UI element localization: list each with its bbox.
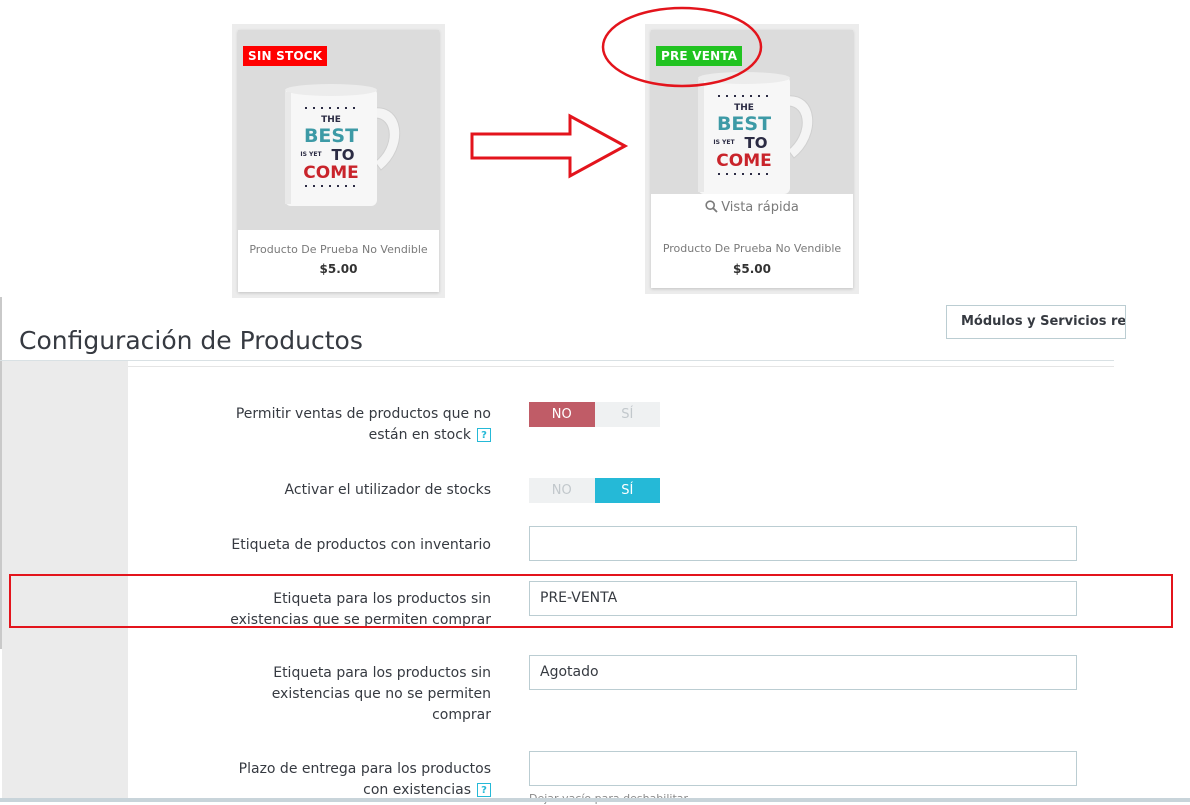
switch-option-no[interactable]: NO [529,478,595,503]
mug-text-the: THE [734,103,754,113]
mug-text-best: BEST [303,125,357,147]
quick-view-link[interactable]: Vista rápida [651,200,853,215]
product-name[interactable]: Producto De Prueba No Vendible [651,242,853,255]
modules-services-button[interactable]: Módulos y Servicios rec [946,305,1126,339]
right-arrow-annotation [470,113,629,179]
mug-text-to: TO [745,134,768,152]
highlight-annotation [9,574,1173,628]
product-miniature[interactable]: THE BEST IS YET TO COME SIN STOCK Produc… [238,30,439,292]
search-icon [705,200,718,213]
oos-denied-label-input[interactable]: Agotado [529,655,1077,690]
mug-text-is-yet: IS YET [713,139,735,146]
mug-text-to: TO [331,146,354,164]
header-divider [0,360,1114,361]
switch-option-si[interactable]: SÍ [594,478,660,503]
mug-text-come: COME [716,151,771,171]
delivery-time-label: Plazo de entrega para los productos con … [238,761,491,798]
mug-text-is-yet: IS YET [300,151,322,158]
product-name[interactable]: Producto De Prueba No Vendible [238,243,439,256]
quick-view-label: Vista rápida [721,200,799,215]
product-price: $5.00 [319,262,358,276]
help-icon[interactable]: ? [477,428,491,442]
allow-oos-sales-label: Permitir ventas de productos que no está… [235,406,491,443]
mug-image: THE BEST IS YET TO COME [284,84,400,206]
stock-manager-label: Activar el utilizador de stocks [284,482,491,498]
product-image[interactable]: THE BEST IS YET TO COME SIN STOCK [238,30,439,230]
allow-oos-sales-switch[interactable]: NO SÍ [529,402,660,427]
delivery-time-input[interactable] [529,751,1077,786]
in-stock-label-label: Etiqueta de productos con inventario [231,537,491,553]
form-top-divider [128,366,1114,367]
switch-option-no[interactable]: NO [529,402,595,427]
sin-stock-badge: SIN STOCK [243,46,328,66]
bottom-border [0,798,1190,802]
help-icon[interactable]: ? [477,783,491,797]
mug-text-best: BEST [717,113,771,135]
mug-text-the: THE [321,115,341,125]
product-price: $5.00 [733,262,771,276]
page-title: Configuración de Productos [19,325,363,355]
mug-text-come: COME [303,163,358,183]
ellipse-annotation [601,6,763,88]
switch-option-si[interactable]: SÍ [594,402,660,427]
product-card-sin-stock: THE BEST IS YET TO COME SIN STOCK Produc… [232,24,445,298]
stock-manager-switch[interactable]: NO SÍ [529,478,660,503]
in-stock-label-input[interactable] [529,526,1077,561]
oos-denied-label-label: Etiqueta para los productos sin existenc… [271,665,491,723]
